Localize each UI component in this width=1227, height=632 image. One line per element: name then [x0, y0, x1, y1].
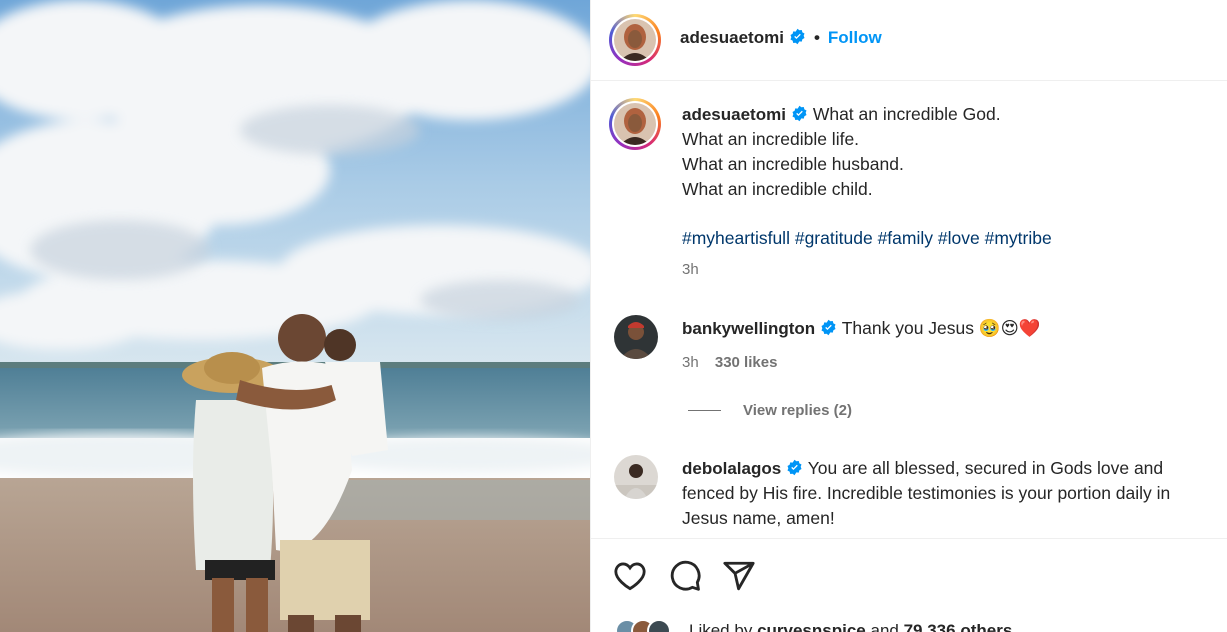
- hashtags: #myheartisfull #gratitude #family #love …: [682, 226, 1202, 251]
- follow-button[interactable]: Follow: [828, 28, 882, 47]
- likes-summary: Liked by curvesnspice and 79,336 others: [615, 619, 1012, 632]
- caption-line: What an incredible life.: [682, 129, 860, 149]
- comments-section[interactable]: adesuaetomi What an incredible God. What…: [591, 82, 1227, 538]
- verified-badge-icon: [792, 105, 807, 122]
- likes-prefix: Liked by: [689, 621, 753, 632]
- author-avatar[interactable]: [609, 14, 661, 66]
- commenter-avatar[interactable]: [614, 455, 658, 499]
- comment-emojis: 🥹😍❤️: [978, 319, 1041, 339]
- comment-username[interactable]: debolalagos: [682, 459, 781, 478]
- comment-bubble-icon[interactable]: [668, 559, 702, 593]
- liker-avatars: [615, 619, 685, 632]
- likes-middle: and: [870, 621, 899, 632]
- commenter-avatar[interactable]: [614, 315, 658, 359]
- hashtag-link[interactable]: #gratitude: [795, 228, 873, 248]
- post-timestamp[interactable]: 3h: [682, 257, 1202, 282]
- likes-count[interactable]: 79,336 others: [904, 621, 1013, 632]
- post-photo[interactable]: [0, 0, 590, 632]
- post-details-panel: adesuaetomi • Follow adesuaetomi What an i…: [590, 0, 1227, 632]
- caption-line: What an incredible husband.: [682, 154, 904, 174]
- replies-divider: [688, 410, 721, 411]
- post-header: adesuaetomi • Follow: [591, 0, 1227, 81]
- verified-badge-icon: [790, 28, 805, 45]
- caption-author-avatar[interactable]: [609, 98, 661, 150]
- heart-icon[interactable]: [613, 559, 647, 593]
- caption-username[interactable]: adesuaetomi: [682, 105, 786, 124]
- post-caption: adesuaetomi What an incredible God. What…: [682, 102, 1202, 282]
- beach-photo-image: [0, 0, 590, 632]
- verified-badge-icon: [821, 319, 836, 336]
- hashtag-link[interactable]: #myheartisfull: [682, 228, 790, 248]
- hashtag-link[interactable]: #family: [878, 228, 933, 248]
- comment: debolalagos You are all blessed, secured…: [682, 456, 1212, 531]
- comment-timestamp[interactable]: 3h: [682, 354, 699, 371]
- separator-dot: •: [813, 28, 820, 47]
- liker-avatar[interactable]: [647, 619, 671, 632]
- post-actions: Liked by curvesnspice and 79,336 others: [591, 538, 1227, 632]
- verified-badge-icon: [787, 459, 802, 476]
- view-replies-label: View replies (2): [743, 402, 852, 419]
- comment: bankywellington Thank you Jesus 🥹😍❤️ 3h …: [682, 316, 1212, 375]
- paper-plane-icon[interactable]: [722, 559, 756, 593]
- view-replies-button[interactable]: View replies (2): [688, 402, 852, 419]
- hashtag-link[interactable]: #love: [938, 228, 980, 248]
- comment-text: Thank you Jesus: [841, 318, 979, 338]
- caption-text: What an incredible God.: [812, 104, 1001, 124]
- author-username[interactable]: adesuaetomi: [680, 28, 784, 47]
- comment-username[interactable]: bankywellington: [682, 319, 815, 338]
- caption-line: What an incredible child.: [682, 179, 873, 199]
- comment-likes[interactable]: 330 likes: [715, 354, 778, 371]
- liker-username[interactable]: curvesnspice: [757, 621, 866, 632]
- hashtag-link[interactable]: #mytribe: [985, 228, 1052, 248]
